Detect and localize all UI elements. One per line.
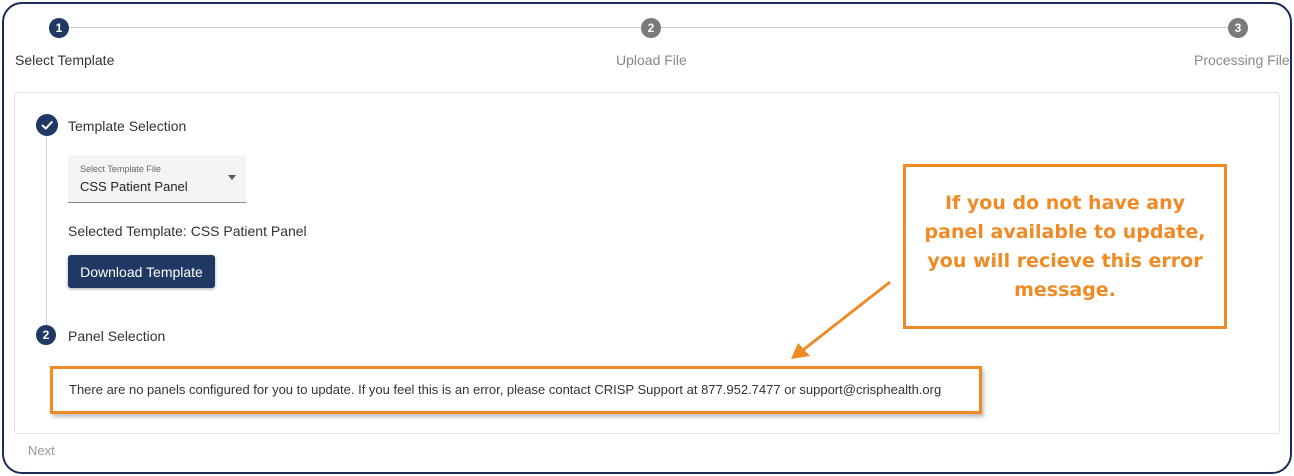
step-connector-1 xyxy=(68,27,641,28)
stepper: 1 2 3 Select Template Upload File Proces… xyxy=(0,0,1294,80)
step-3-label[interactable]: Processing File xyxy=(1194,52,1290,68)
select-value: CSS Patient Panel xyxy=(80,179,188,194)
step-connector-2 xyxy=(659,27,1230,28)
annotation-callout: If you do not have any panel available t… xyxy=(903,164,1227,329)
panel-section-title: Panel Selection xyxy=(68,328,166,344)
check-icon xyxy=(36,114,58,136)
error-message-box: There are no panels configured for you t… xyxy=(50,366,982,414)
step-1-label[interactable]: Select Template xyxy=(15,52,114,68)
template-section-title: Template Selection xyxy=(68,118,187,134)
caret-down-icon xyxy=(228,175,236,180)
step-3-indicator[interactable]: 3 xyxy=(1228,18,1248,38)
download-template-button[interactable]: Download Template xyxy=(68,255,215,288)
select-caption: Select Template File xyxy=(80,164,161,174)
step-2-label[interactable]: Upload File xyxy=(616,52,687,68)
next-button[interactable]: Next xyxy=(28,443,55,458)
section-connector xyxy=(46,135,47,325)
step-1-indicator[interactable]: 1 xyxy=(49,18,69,38)
panel-step-number: 2 xyxy=(36,325,56,345)
annotation-text: If you do not have any panel available t… xyxy=(924,191,1206,301)
template-file-select[interactable]: Select Template File CSS Patient Panel xyxy=(68,155,246,203)
error-message: There are no panels configured for you t… xyxy=(69,382,942,397)
selected-template-text: Selected Template: CSS Patient Panel xyxy=(68,223,307,239)
step-2-indicator[interactable]: 2 xyxy=(641,18,661,38)
